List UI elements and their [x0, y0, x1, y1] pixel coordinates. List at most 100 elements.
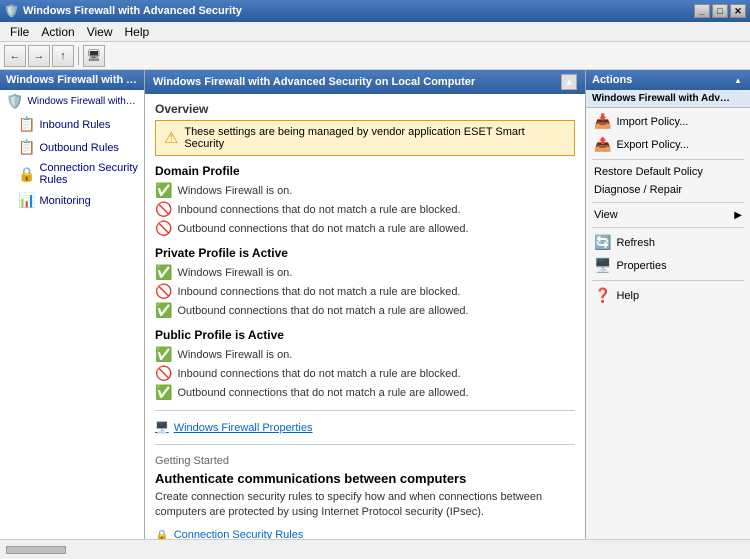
warning-icon: ⚠	[164, 128, 178, 148]
action-properties-label: Properties	[616, 260, 666, 272]
check-icon-4: ✅	[155, 346, 172, 363]
refresh-icon: 🔄	[594, 234, 611, 251]
firewall-icon: 🛡️	[6, 93, 23, 110]
tree-connection-security[interactable]: 🔒 Connection Security Rules	[0, 159, 144, 189]
action-properties[interactable]: 🖥️ Properties	[586, 254, 750, 277]
connection-icon: 🔒	[18, 166, 35, 183]
divider-2	[155, 444, 575, 445]
up-button[interactable]: ↑	[52, 45, 74, 67]
block-icon-2: 🚫	[155, 220, 172, 237]
title-bar: 🛡️ Windows Firewall with Advanced Securi…	[0, 0, 750, 22]
toolbar-separator	[78, 47, 79, 65]
gs-section1-text: Create connection security rules to spec…	[155, 490, 575, 521]
status-scrollbar-thumb[interactable]	[6, 546, 66, 554]
menu-action[interactable]: Action	[35, 23, 80, 41]
action-refresh[interactable]: 🔄 Refresh	[586, 231, 750, 254]
gs-section1-title: Authenticate communications between comp…	[155, 471, 575, 486]
center-panel: Windows Firewall with Advanced Security …	[145, 70, 585, 539]
inbound-icon: 📋	[18, 116, 35, 133]
overview-title: Overview	[155, 102, 575, 116]
actions-scroll-up[interactable]: ▲	[732, 74, 744, 86]
action-view[interactable]: View ▶	[586, 206, 750, 224]
public-status-2-text: Inbound connections that do not match a …	[177, 368, 460, 380]
tree-root[interactable]: 🛡️ Windows Firewall with Advanc...	[0, 90, 144, 113]
private-status-2: 🚫 Inbound connections that do not match …	[155, 282, 575, 301]
status-bar	[0, 539, 750, 559]
show-hide-button[interactable]: 🖥	[83, 45, 105, 67]
check-icon-2: ✅	[155, 264, 172, 281]
minimize-button[interactable]: _	[694, 4, 710, 18]
domain-status-1: ✅ Windows Firewall is on.	[155, 181, 575, 200]
public-status-2: 🚫 Inbound connections that do not match …	[155, 364, 575, 383]
action-restore-default[interactable]: Restore Default Policy	[586, 163, 750, 181]
action-separator-1	[592, 159, 744, 160]
public-status-3: ✅ Outbound connections that do not match…	[155, 383, 575, 402]
connection-security-link-text: Connection Security Rules	[174, 529, 304, 539]
menu-file[interactable]: File	[4, 23, 35, 41]
public-profile: Public Profile is Active ✅ Windows Firew…	[155, 328, 575, 402]
domain-status-2: 🚫 Inbound connections that do not match …	[155, 200, 575, 219]
action-diagnose[interactable]: Diagnose / Repair	[586, 181, 750, 199]
action-view-label: View	[594, 209, 618, 221]
public-profile-title: Public Profile is Active	[155, 328, 575, 342]
left-panel-header: Windows Firewall with Advanc...	[0, 70, 144, 90]
action-help[interactable]: ❓ Help	[586, 284, 750, 307]
action-separator-3	[592, 227, 744, 228]
window-title: Windows Firewall with Advanced Security	[23, 5, 694, 17]
getting-started-section: Getting Started Authenticate communicati…	[155, 455, 575, 539]
action-help-label: Help	[616, 290, 639, 302]
firewall-properties-link[interactable]: 🖥️ Windows Firewall Properties	[155, 419, 575, 436]
tree-connection-label: Connection Security Rules	[39, 162, 138, 186]
domain-status-3-text: Outbound connections that do not match a…	[177, 223, 468, 235]
divider-1	[155, 410, 575, 411]
action-export-policy[interactable]: 📤 Export Policy...	[586, 133, 750, 156]
menu-bar: File Action View Help	[0, 22, 750, 42]
action-restore-label: Restore Default Policy	[594, 166, 703, 178]
block-icon-1: 🚫	[155, 201, 172, 218]
properties-icon: 🖥️	[155, 421, 169, 434]
properties-action-icon: 🖥️	[594, 257, 611, 274]
connection-security-link[interactable]: 🔒 Connection Security Rules	[155, 527, 575, 539]
public-status-1-text: Windows Firewall is on.	[177, 349, 292, 361]
outbound-icon: 📋	[18, 139, 35, 156]
right-panel-header: Actions ▲	[586, 70, 750, 90]
warning-banner: ⚠ These settings are being managed by ve…	[155, 120, 575, 156]
action-separator-2	[592, 202, 744, 203]
help-icon: ❓	[594, 287, 611, 304]
tree-monitoring[interactable]: 📊 Monitoring	[0, 189, 144, 212]
menu-view[interactable]: View	[81, 23, 119, 41]
menu-help[interactable]: Help	[119, 23, 156, 41]
export-icon: 📤	[594, 136, 611, 153]
tree-outbound-rules[interactable]: 📋 Outbound Rules	[0, 136, 144, 159]
private-status-3-text: Outbound connections that do not match a…	[177, 305, 468, 317]
center-scroll-up[interactable]: ▲	[561, 74, 577, 90]
tree-monitoring-label: Monitoring	[39, 195, 90, 207]
tree-outbound-label: Outbound Rules	[39, 142, 119, 154]
back-button[interactable]: ←	[4, 45, 26, 67]
center-scroll-area[interactable]: Overview ⚠ These settings are being mana…	[145, 94, 585, 539]
action-export-label: Export Policy...	[616, 139, 689, 151]
warning-text: These settings are being managed by vend…	[184, 126, 566, 150]
close-button[interactable]: ✕	[730, 4, 746, 18]
private-status-2-text: Inbound connections that do not match a …	[177, 286, 460, 298]
right-subheader: Windows Firewall with Advanced Security …	[586, 90, 750, 108]
check-icon-3: ✅	[155, 302, 172, 319]
action-import-policy[interactable]: 📥 Import Policy...	[586, 110, 750, 133]
check-icon-1: ✅	[155, 182, 172, 199]
domain-status-2-text: Inbound connections that do not match a …	[177, 204, 460, 216]
forward-button[interactable]: →	[28, 45, 50, 67]
toolbar: ← → ↑ 🖥	[0, 42, 750, 70]
domain-status-1-text: Windows Firewall is on.	[177, 185, 292, 197]
private-status-1-text: Windows Firewall is on.	[177, 267, 292, 279]
action-refresh-label: Refresh	[616, 237, 655, 249]
import-icon: 📥	[594, 113, 611, 130]
center-header: Windows Firewall with Advanced Security …	[145, 70, 585, 94]
tree-inbound-rules[interactable]: 📋 Inbound Rules	[0, 113, 144, 136]
private-status-3: ✅ Outbound connections that do not match…	[155, 301, 575, 320]
center-title: Windows Firewall with Advanced Security …	[153, 76, 475, 88]
domain-profile-title: Domain Profile	[155, 164, 575, 178]
domain-profile: Domain Profile ✅ Windows Firewall is on.…	[155, 164, 575, 238]
firewall-link-text: Windows Firewall Properties	[174, 422, 313, 434]
domain-status-3: 🚫 Outbound connections that do not match…	[155, 219, 575, 238]
maximize-button[interactable]: □	[712, 4, 728, 18]
